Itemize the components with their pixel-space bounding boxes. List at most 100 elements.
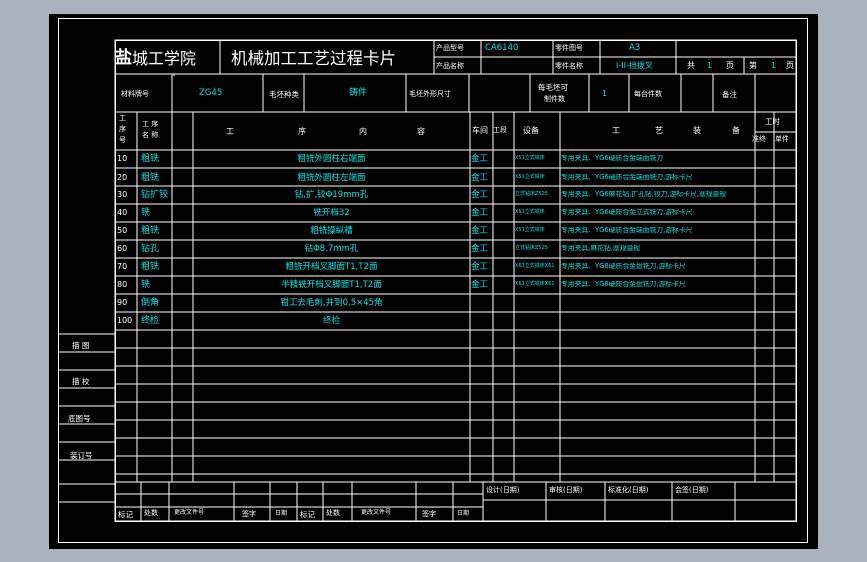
op-name: 铣 bbox=[141, 280, 151, 290]
signoff-standardize: 标准化(日期) bbox=[608, 486, 649, 494]
op-content: 钳工去毛刺,并到0.5×45角 bbox=[280, 298, 383, 308]
blank-type-label: 毛坯种类 bbox=[269, 90, 299, 99]
product-name-label: 产品名称 bbox=[436, 62, 464, 70]
op-name: 铣 bbox=[141, 208, 151, 218]
col-hours: 工时 bbox=[765, 117, 780, 126]
op-content: 终检 bbox=[322, 316, 341, 326]
col-unit: 单件 bbox=[775, 135, 789, 143]
per-unit-label: 每台件数 bbox=[634, 90, 662, 98]
col-tooling-4: 备 bbox=[732, 126, 740, 135]
blank-size-label: 毛坯外形尺寸 bbox=[409, 90, 451, 98]
op-content: 半精铣开档叉脚面T1,T2面 bbox=[281, 280, 382, 290]
signoff-design: 设计(日期) bbox=[486, 486, 520, 494]
part-drawing-no-label: 零件图号 bbox=[555, 44, 583, 52]
product-model-label: 产品型号 bbox=[436, 44, 464, 52]
op-workshop: 金工 bbox=[471, 244, 489, 254]
total-pages-label: 共 bbox=[687, 61, 695, 70]
op-name: 粗铣 bbox=[141, 154, 160, 164]
op-number: 80 bbox=[117, 280, 128, 289]
side-label-trace: 描 图 bbox=[72, 341, 90, 350]
signoff-review: 审核(日期) bbox=[549, 486, 583, 494]
col-section: 工段 bbox=[493, 126, 507, 134]
op-equipment: X61立式铣床X61 bbox=[515, 281, 555, 287]
col-op-name-2: 名 称 bbox=[142, 131, 159, 139]
op-equipment: X51立式铣床 bbox=[515, 174, 545, 180]
op-name: 终检 bbox=[141, 316, 160, 326]
current-page-value: 1 bbox=[771, 61, 777, 70]
op-tooling: 专用夹具、YG6麻花钻,扩孔钻,铰刀,游标卡尺,塞规量规 bbox=[561, 191, 727, 198]
blank-type-value: 铸件 bbox=[349, 88, 368, 98]
remark-label: 备注 bbox=[722, 90, 737, 99]
col-workshop: 车间 bbox=[472, 126, 488, 135]
op-tooling: 专用夹具,麻花钻,塞规量规 bbox=[561, 245, 641, 252]
process-card-sheet: 盐 城工学院 机械加工工艺过程卡片 产品型号 CA6140 零件图号 A3 产品… bbox=[49, 14, 818, 549]
revision-mark-2: 标记 bbox=[300, 510, 315, 519]
revision-change-doc: 更改文件号 bbox=[174, 509, 205, 516]
revision-mark: 标记 bbox=[118, 510, 133, 519]
per-blank-value: 1 bbox=[602, 89, 608, 98]
pages-unit-label: 页 bbox=[726, 61, 734, 70]
op-workshop: 金工 bbox=[471, 154, 489, 164]
op-name: 钻孔 bbox=[141, 244, 160, 254]
op-equipment: X51立式铣床 bbox=[515, 209, 545, 215]
material-label: 材料牌号 bbox=[121, 90, 149, 98]
op-tooling: 专用夹具、YG6硬质合金端面铣刀,游标卡尺 bbox=[561, 227, 693, 234]
part-name-value: I-II-挡拨叉 bbox=[616, 61, 653, 70]
op-content: 粗铣外圆柱左端面 bbox=[297, 173, 366, 183]
op-tooling: 专用夹具、YG6硬质合金立式铣刀,游标卡尺 bbox=[561, 209, 693, 216]
op-number: 70 bbox=[117, 262, 128, 271]
op-equipment: 立式钻床Z525 bbox=[515, 245, 548, 251]
col-equipment: 设备 bbox=[523, 126, 539, 135]
side-label-binding-no: 装订号 bbox=[70, 451, 93, 460]
col-prep: 准终 bbox=[752, 135, 766, 143]
revision-sign: 签字 bbox=[242, 510, 256, 518]
material-value: ZG45 bbox=[199, 88, 223, 98]
col-content-4: 容 bbox=[417, 127, 425, 136]
op-content: 铣开档32 bbox=[313, 208, 350, 218]
side-label-base-drawing-no: 底图号 bbox=[68, 414, 91, 423]
op-content: 钻Φ8.7mm孔 bbox=[304, 244, 359, 254]
op-name: 钻扩铰 bbox=[141, 190, 169, 200]
op-name: 粗铣 bbox=[141, 173, 160, 183]
school-name: 城工学院 bbox=[132, 49, 197, 68]
revision-count: 处数 bbox=[144, 509, 158, 517]
op-equipment: X51立式铣床 bbox=[515, 155, 545, 161]
signoff-countersign: 会签(日期) bbox=[675, 486, 709, 494]
col-op-no-2: 序 bbox=[119, 125, 126, 133]
school-name-prefix: 盐 bbox=[115, 48, 132, 68]
product-model-value: CA6140 bbox=[485, 43, 519, 53]
op-workshop: 金工 bbox=[471, 190, 489, 200]
op-equipment: X51立式铣床 bbox=[515, 227, 545, 233]
col-tooling-1: 工 bbox=[612, 126, 620, 135]
revision-date: 日期 bbox=[275, 510, 288, 517]
op-equipment: 立式钻床Z525 bbox=[515, 191, 548, 197]
op-tooling: 专用夹具、YG8硬质合金盘铣刀,游标卡尺 bbox=[561, 281, 686, 288]
total-pages-value: 1 bbox=[707, 61, 713, 70]
part-drawing-no-value: A3 bbox=[629, 43, 641, 53]
op-tooling: 专用夹具、YG6硬质合金端面铣刀 bbox=[561, 155, 664, 162]
op-tooling: 专用夹具、YG8硬质合金盘铣刀,游标卡尺 bbox=[561, 263, 686, 270]
op-name: 粗铣 bbox=[141, 226, 160, 236]
op-name: 倒角 bbox=[141, 298, 160, 308]
per-blank-label-2: 制件数 bbox=[544, 95, 565, 103]
op-number: 90 bbox=[117, 298, 128, 307]
op-name: 粗铣 bbox=[141, 262, 160, 272]
part-name-label: 零件名称 bbox=[555, 62, 583, 70]
op-content: 粗铣开档叉脚面T1,T2面 bbox=[285, 262, 378, 272]
card-title: 机械加工工艺过程卡片 bbox=[231, 49, 396, 68]
col-tooling-2: 艺 bbox=[655, 126, 663, 135]
op-tooling: 专用夹具、YG6硬质合金端面铣刀,游标卡尺 bbox=[561, 174, 693, 181]
op-content: 粗铣外圆柱右端面 bbox=[297, 154, 366, 164]
op-number: 100 bbox=[117, 316, 133, 325]
col-op-name-1: 工 序 bbox=[142, 120, 159, 128]
op-equipment: X61立式铣床X61 bbox=[515, 263, 555, 269]
op-number: 60 bbox=[117, 244, 128, 253]
revision-change-doc-2: 更改文件号 bbox=[361, 509, 392, 516]
op-content: 粗铣操纵槽 bbox=[310, 226, 353, 236]
op-number: 30 bbox=[117, 190, 128, 199]
col-content-1: 工 bbox=[226, 127, 234, 136]
op-number: 50 bbox=[117, 226, 128, 235]
side-label-check: 描 校 bbox=[72, 377, 90, 386]
op-number: 40 bbox=[117, 208, 128, 217]
op-number: 20 bbox=[117, 173, 128, 182]
